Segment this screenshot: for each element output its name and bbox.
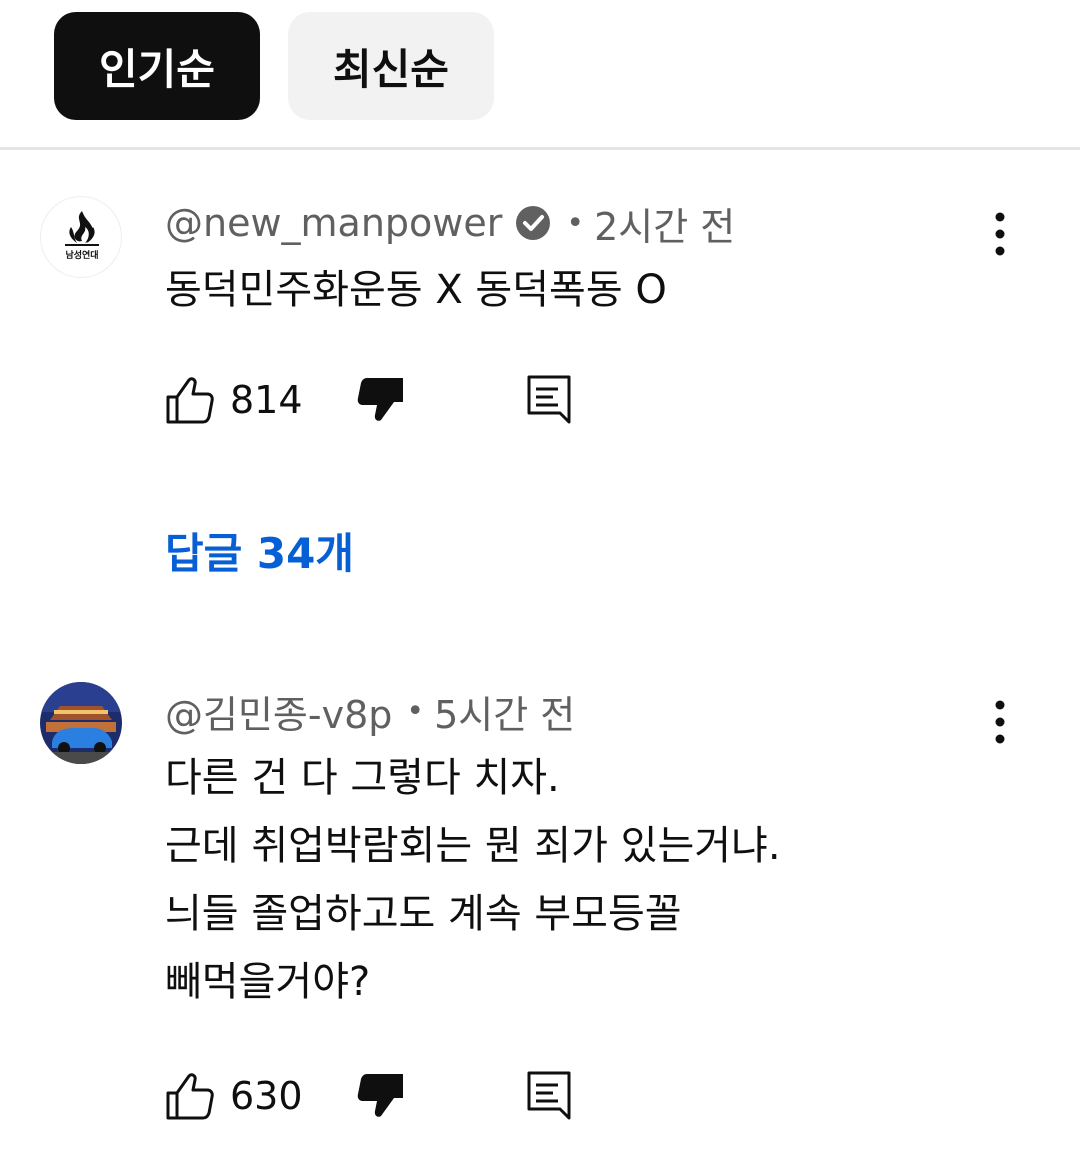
meta-separator: • — [406, 693, 425, 729]
comment-text: 다른 건 다 그렇다 치자. 근데 취업박람회는 뭔 죄가 있는거냐. 늬들 졸… — [165, 744, 781, 1016]
reply-button[interactable] — [520, 1066, 580, 1126]
thumbs-up-icon — [166, 1073, 214, 1120]
meta-separator: • — [566, 205, 585, 241]
comment-line: 빼먹을거야? — [165, 959, 371, 1005]
comment-actions: 814 — [160, 370, 600, 430]
divider — [0, 147, 1080, 150]
comment-line: 늬들 졸업하고도 계속 부모등꼴 — [165, 891, 682, 937]
comment-time: 5시간 전 — [434, 692, 576, 737]
comment-line: 다른 건 다 그렇다 치자. — [165, 755, 560, 801]
more-options-button[interactable] — [978, 204, 1022, 264]
like-count: 630 — [230, 1074, 303, 1118]
author-name[interactable]: @김민종-v8p — [165, 684, 392, 739]
author-name[interactable]: @new_manpower — [165, 201, 502, 245]
like-button[interactable] — [160, 370, 220, 430]
more-vert-icon — [995, 700, 1005, 744]
comments-page: 인기순 최신순 남성연대 @new_manpower • 2시간 전 동덕민주화… — [0, 0, 1080, 1156]
avatar-logo-text: 남성연대 — [65, 249, 98, 261]
verified-icon — [514, 204, 552, 242]
thumbs-up-icon — [166, 377, 214, 424]
sort-chip-newest[interactable]: 최신순 — [288, 12, 494, 120]
dislike-button[interactable] — [350, 370, 410, 430]
comment-time: 2시간 전 — [594, 204, 736, 249]
logo-flame-icon: 남성연대 — [65, 211, 99, 261]
comment-line: 근데 취업박람회는 뭔 죄가 있는거냐. — [165, 823, 781, 869]
thumbs-down-icon — [357, 378, 403, 421]
reply-icon — [527, 375, 571, 424]
car-photo-avatar — [40, 682, 122, 764]
comment-meta: @김민종-v8p • 5시간 전 — [165, 684, 576, 739]
reply-button[interactable] — [520, 370, 580, 430]
comment-actions: 630 — [160, 1066, 600, 1126]
reply-icon — [527, 1071, 571, 1120]
avatar[interactable]: 남성연대 — [40, 196, 122, 278]
comment-text: 동덕민주화운동 X 동덕폭동 O — [165, 256, 667, 324]
like-count: 814 — [230, 378, 303, 422]
sort-chip-popular[interactable]: 인기순 — [54, 12, 260, 120]
view-replies-link[interactable]: 답글 34개 — [165, 520, 354, 581]
dislike-button[interactable] — [350, 1066, 410, 1126]
thumbs-down-icon — [357, 1074, 403, 1117]
comment-meta: @new_manpower • 2시간 전 — [165, 198, 736, 249]
avatar[interactable] — [40, 682, 122, 764]
more-vert-icon — [995, 212, 1005, 256]
more-options-button[interactable] — [978, 692, 1022, 752]
like-button[interactable] — [160, 1066, 220, 1126]
comment-line: 동덕민주화운동 X 동덕폭동 O — [165, 267, 667, 313]
